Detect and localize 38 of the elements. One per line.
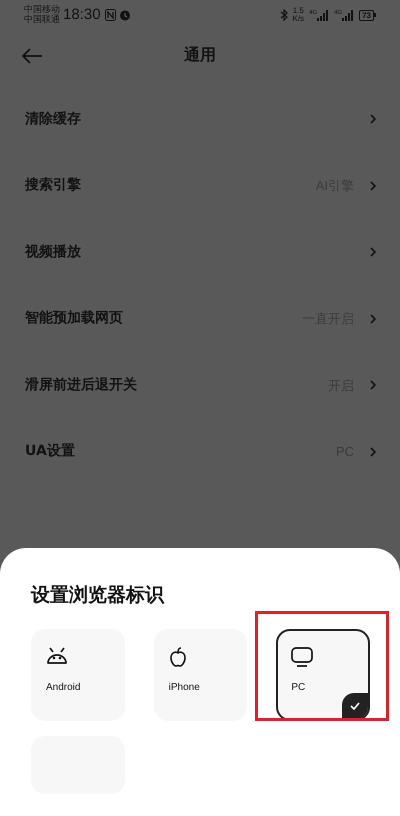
sheet-title: 设置浏览器标识 [31, 583, 166, 608]
option-card[interactable]: Android [31, 629, 125, 721]
carrier-label: 中国移动 [24, 5, 60, 15]
speed-value: 1.5 [292, 7, 304, 15]
settings-row[interactable]: 视频播放 [0, 219, 400, 286]
bluetooth-icon [280, 9, 288, 21]
android-icon [46, 647, 68, 665]
alarm-icon [118, 9, 131, 21]
chevron-icon [370, 180, 376, 191]
option-label: Android [46, 681, 82, 695]
carrier-label: 中国联通 [24, 15, 60, 25]
nfc-icon [104, 9, 116, 21]
setting-label: 滑屏前进后退开关 [25, 376, 137, 395]
setting-label: UA设置 [25, 442, 75, 462]
apple-icon [168, 647, 187, 667]
chevron-icon [370, 114, 376, 124]
setting-label: 清除缓存 [25, 110, 81, 129]
chevron-icon [370, 314, 376, 324]
option-label: PC [291, 681, 306, 695]
page-title: 通用 [184, 45, 216, 66]
chevron-icon [370, 380, 376, 390]
clock-time: 18:30 [63, 4, 101, 25]
chevron-icon [370, 247, 376, 258]
option-card[interactable]: iPhone [154, 629, 248, 721]
setting-label: 智能预加载网页 [25, 309, 123, 328]
signal-icon [317, 10, 330, 20]
back-button[interactable] [20, 46, 44, 66]
chevron-icon [370, 446, 376, 457]
signal-icon [342, 10, 354, 20]
monitor-icon [291, 647, 314, 667]
option-label: iPhone [168, 681, 201, 695]
setting-label: 搜索引擎 [25, 176, 81, 196]
check-badge [342, 693, 368, 719]
option-card[interactable]: PC [276, 629, 370, 721]
speed-unit: K/s [292, 15, 304, 23]
battery-level: 73 [359, 10, 374, 20]
setting-label: 视频播放 [25, 242, 81, 262]
settings-row[interactable]: 清除缓存 [0, 86, 400, 152]
